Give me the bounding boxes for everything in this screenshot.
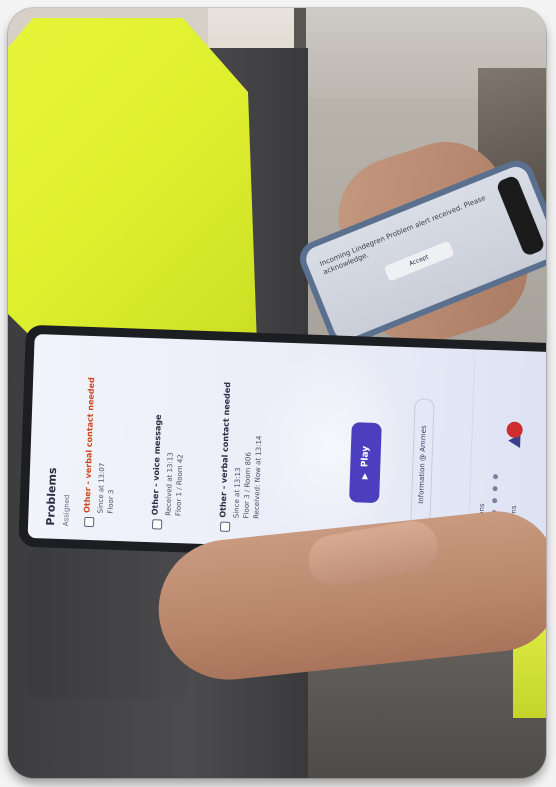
phone-camera-notch (495, 174, 546, 257)
problem-card[interactable]: Other - verbal contact needed Since at 1… (82, 351, 154, 529)
problem-card[interactable]: Other - verbal contact needed Since at 1… (218, 356, 290, 534)
app-header: Problems Assigned (38, 341, 85, 532)
page-subtitle: Assigned (62, 494, 72, 527)
select-checkbox[interactable] (84, 516, 95, 528)
problem-card[interactable]: Other - voice message Received at 13:13 … (150, 353, 222, 531)
nav-dot-icon (492, 486, 498, 492)
play-button[interactable]: ▶ Play (349, 422, 382, 504)
select-checkbox[interactable] (151, 519, 163, 530)
nav-dot-icon (492, 474, 499, 480)
page-title: Problems (44, 467, 60, 526)
play-button-label: Play (360, 445, 372, 468)
photo-frame: Incoming Lindegren Problem alert receive… (8, 8, 546, 778)
select-checkbox[interactable] (219, 521, 231, 532)
problem-detail: Since at 13:13 (232, 467, 243, 519)
assigned-badge[interactable]: Information @ Ammes (410, 398, 435, 531)
problem-title: Other - voice message (150, 414, 163, 516)
problem-detail: Since at 13:07 (96, 462, 107, 514)
problem-title: Other - verbal contact needed (218, 381, 233, 518)
problem-detail: Floor 3 / Room 806 (242, 451, 253, 519)
problem-detail: Received: Now at 13:14 (252, 435, 264, 519)
problem-title: Other - verbal contact needed (82, 377, 97, 514)
problem-detail: Floor 3 (106, 489, 116, 514)
play-icon: ▶ (359, 473, 370, 480)
problem-detail: Received at 13:13 (164, 452, 175, 516)
nav-dot-icon (492, 498, 498, 504)
problem-detail: Floor 1 / Room 42 (174, 454, 185, 517)
